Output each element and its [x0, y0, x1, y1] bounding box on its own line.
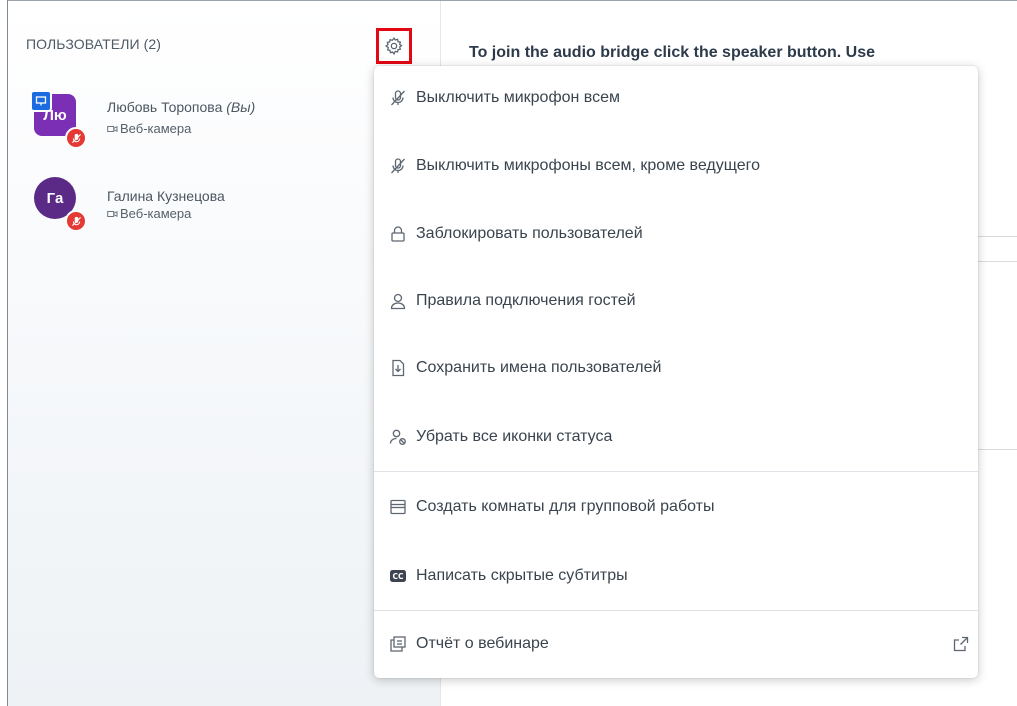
menu-item-lock-users[interactable]: Заблокировать пользователей	[374, 205, 978, 263]
menu-item-guest-policy[interactable]: Правила подключения гостей	[374, 272, 978, 330]
user-options-menu: Выключить микрофон всем Выключить микроф…	[374, 66, 978, 678]
menu-divider	[374, 610, 978, 611]
user-status-text: Веб-камера	[120, 121, 192, 136]
audio-notice: To join the audio bridge click the speak…	[469, 44, 875, 61]
panel-divider	[978, 449, 1017, 450]
menu-item-label: Сохранить имена пользователей	[416, 359, 662, 376]
closed-captions-icon: CC	[389, 567, 407, 585]
user-name: Любовь Торопова (Вы)	[107, 99, 255, 115]
menu-item-webinar-report[interactable]: Отчёт о вебинаре	[374, 615, 978, 673]
user-name-text: Любовь Торопова	[107, 99, 223, 115]
webcam-icon	[107, 210, 118, 217]
gear-icon	[385, 37, 403, 56]
download-file-icon	[389, 359, 407, 377]
user-name: Галина Кузнецова	[107, 188, 225, 204]
menu-item-label: Создать комнаты для групповой работы	[416, 498, 715, 515]
webcam-icon	[107, 125, 118, 132]
svg-text:CC: CC	[392, 572, 404, 581]
menu-item-closed-captions[interactable]: CC Написать скрытые субтитры	[374, 547, 978, 605]
muted-mic-icon	[65, 210, 87, 232]
report-icon	[389, 635, 407, 653]
avatar-initials: Га	[46, 189, 64, 207]
menu-item-label: Убрать все иконки статуса	[416, 428, 613, 445]
external-link-icon	[953, 636, 969, 652]
menu-item-label: Правила подключения гостей	[416, 292, 636, 309]
menu-item-label: Выключить микрофон всем	[416, 89, 621, 106]
menu-item-label: Заблокировать пользователей	[416, 225, 643, 242]
rooms-icon	[389, 498, 407, 516]
user-status: Веб-камера	[107, 206, 191, 221]
mic-off-icon	[389, 157, 407, 175]
lock-icon	[389, 225, 407, 243]
menu-item-create-breakout-rooms[interactable]: Создать комнаты для групповой работы	[374, 478, 978, 536]
menu-item-mute-all[interactable]: Выключить микрофон всем	[374, 69, 978, 127]
menu-item-mute-all-except-presenter[interactable]: Выключить микрофоны всем, кроме ведущего	[374, 137, 978, 195]
menu-item-clear-status[interactable]: Убрать все иконки статуса	[374, 408, 978, 466]
presenter-icon	[30, 90, 52, 112]
clear-status-icon	[389, 428, 407, 446]
user-status: Веб-камера	[107, 121, 191, 136]
user-status-text: Веб-камера	[120, 206, 192, 221]
user-icon	[389, 292, 407, 310]
muted-mic-icon	[65, 127, 87, 149]
user-name-text: Галина Кузнецова	[107, 188, 225, 204]
menu-item-save-user-names[interactable]: Сохранить имена пользователей	[374, 339, 978, 397]
users-list-title: ПОЛЬЗОВАТЕЛИ (2)	[26, 36, 162, 52]
menu-item-label: Отчёт о вебинаре	[416, 635, 549, 652]
mic-off-icon	[389, 89, 407, 107]
menu-item-label: Написать скрытые субтитры	[416, 567, 628, 584]
you-tag: (Вы)	[226, 99, 256, 115]
menu-divider	[374, 471, 978, 472]
user-options-button[interactable]	[376, 28, 412, 64]
menu-item-label: Выключить микрофоны всем, кроме ведущего	[416, 157, 761, 174]
panel-divider	[978, 236, 1017, 237]
panel-divider	[978, 261, 1017, 262]
